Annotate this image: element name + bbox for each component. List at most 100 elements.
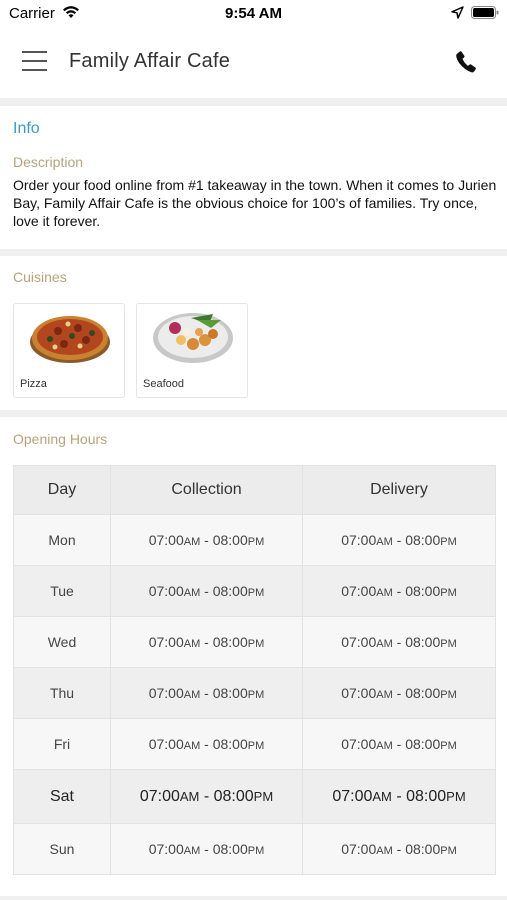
- day-cell: Thu: [13, 667, 111, 719]
- delivery-hours-cell: 07:00AM - 08:00PM: [302, 514, 496, 566]
- meridiem-label: AM: [376, 536, 393, 548]
- time-value: 07:00: [148, 685, 184, 701]
- meridiem-label: PM: [247, 845, 265, 857]
- time-value: 07:00: [341, 685, 377, 701]
- meridiem-label: PM: [440, 536, 457, 548]
- day-cell: Tue: [13, 565, 111, 617]
- meridiem-label: AM: [376, 740, 393, 752]
- delivery-hours-cell: 07:00AM - 08:00PM: [302, 823, 496, 875]
- section-divider: [0, 249, 507, 256]
- meridiem-label: PM: [440, 638, 457, 650]
- time-value: 07:00: [148, 532, 184, 548]
- time-value: 08:00: [405, 736, 441, 752]
- meridiem-label: AM: [183, 689, 201, 701]
- seafood-image: [153, 313, 233, 363]
- time-separator: -: [392, 841, 406, 857]
- meridiem-label: AM: [376, 689, 393, 701]
- description-text: Order your food online from #1 takeaway …: [13, 177, 497, 229]
- time-value: 07:00: [341, 583, 377, 599]
- time-value: 08:00: [212, 583, 248, 599]
- cuisine-card-seafood[interactable]: Seafood: [136, 303, 248, 398]
- time-separator: -: [200, 532, 213, 548]
- delivery-hours-cell: 07:00AM - 08:00PM: [302, 565, 496, 617]
- time-value: 08:00: [212, 685, 248, 701]
- table-row: Tue 07:00AM - 08:00PM 07:00AM - 08:00PM: [13, 565, 496, 617]
- collection-hours-cell: 07:00AM - 08:00PM: [110, 514, 303, 566]
- cuisine-card-pizza[interactable]: Pizza: [13, 303, 125, 398]
- time-value: 07:00: [341, 634, 377, 650]
- collection-hours-cell: 07:00AM - 08:00PM: [110, 667, 303, 719]
- time-value: 07:00: [148, 634, 184, 650]
- column-header-collection: Collection: [110, 465, 303, 515]
- meridiem-label: PM: [440, 689, 457, 701]
- meridiem-label: AM: [372, 788, 392, 804]
- info-heading: Info: [13, 120, 40, 137]
- day-cell: Mon: [13, 514, 111, 566]
- day-cell: Sun: [13, 823, 111, 875]
- time-value: 07:00: [148, 841, 184, 857]
- table-row: Fri 07:00AM - 08:00PM 07:00AM - 08:00PM: [13, 718, 496, 770]
- delivery-hours-cell: 07:00AM - 08:00PM: [302, 616, 496, 668]
- app-header: Family Affair Cafe: [0, 28, 507, 98]
- opening-hours-table: Day Collection Delivery Mon 07:00AM - 08:…: [13, 465, 496, 875]
- collection-hours-cell: 07:00AM - 08:00PM: [110, 718, 303, 770]
- time-separator: -: [200, 685, 213, 701]
- column-header-delivery: Delivery: [302, 465, 496, 515]
- meridiem-label: PM: [440, 740, 457, 752]
- time-value: 08:00: [405, 841, 441, 857]
- cuisine-name: Seafood: [143, 378, 184, 390]
- time-value: 08:00: [405, 634, 441, 650]
- time-separator: -: [391, 787, 407, 805]
- day-cell: Wed: [13, 616, 111, 668]
- time-value: 08:00: [405, 532, 441, 548]
- collection-hours-cell: 07:00AM - 08:00PM: [110, 616, 303, 668]
- location-arrow-icon: [451, 6, 464, 19]
- meridiem-label: AM: [183, 536, 201, 548]
- table-row: Sat 07:00AM - 08:00PM 07:00AM - 08:00PM: [13, 769, 496, 824]
- time-separator: -: [199, 787, 214, 805]
- phone-icon[interactable]: [455, 50, 479, 74]
- time-value: 08:00: [405, 685, 441, 701]
- delivery-hours-cell: 07:00AM - 08:00PM: [302, 769, 496, 824]
- battery-icon: [471, 6, 499, 19]
- hamburger-menu-icon[interactable]: [22, 51, 48, 73]
- collection-hours-cell: 07:00AM - 08:00PM: [110, 565, 303, 617]
- time-separator: -: [392, 532, 406, 548]
- meridiem-label: AM: [376, 638, 393, 650]
- time-separator: -: [392, 634, 406, 650]
- day-cell: Fri: [13, 718, 111, 770]
- meridiem-label: PM: [440, 587, 457, 599]
- meridiem-label: AM: [183, 740, 201, 752]
- table-row: Mon 07:00AM - 08:00PM 07:00AM - 08:00PM: [13, 514, 496, 566]
- time-separator: -: [392, 685, 406, 701]
- cuisine-name: Pizza: [20, 378, 47, 390]
- opening-hours-label: Opening Hours: [13, 431, 108, 447]
- day-cell: Sat: [13, 769, 111, 824]
- time-value: 08:00: [212, 532, 248, 548]
- time-value: 08:00: [212, 841, 248, 857]
- table-header-row: Day Collection Delivery: [13, 465, 496, 515]
- time-value: 07:00: [332, 787, 373, 805]
- pizza-image: [30, 316, 110, 363]
- meridiem-label: AM: [183, 845, 201, 857]
- time-value: 08:00: [406, 787, 447, 805]
- table-row: Thu 07:00AM - 08:00PM 07:00AM - 08:00PM: [13, 667, 496, 719]
- clock: 9:54 AM: [225, 5, 282, 22]
- description-label: Description: [13, 154, 84, 170]
- meridiem-label: PM: [446, 788, 466, 804]
- time-value: 07:00: [341, 532, 377, 548]
- meridiem-label: PM: [253, 788, 274, 804]
- meridiem-label: PM: [247, 587, 265, 599]
- section-divider: [0, 410, 507, 417]
- time-value: 08:00: [212, 736, 248, 752]
- time-value: 08:00: [213, 787, 254, 805]
- meridiem-label: PM: [247, 689, 265, 701]
- time-value: 07:00: [148, 736, 184, 752]
- column-header-day: Day: [13, 465, 111, 515]
- meridiem-label: AM: [376, 587, 393, 599]
- time-value: 07:00: [341, 841, 377, 857]
- meridiem-label: PM: [247, 740, 265, 752]
- delivery-hours-cell: 07:00AM - 08:00PM: [302, 667, 496, 719]
- meridiem-label: PM: [247, 638, 265, 650]
- time-separator: -: [392, 736, 406, 752]
